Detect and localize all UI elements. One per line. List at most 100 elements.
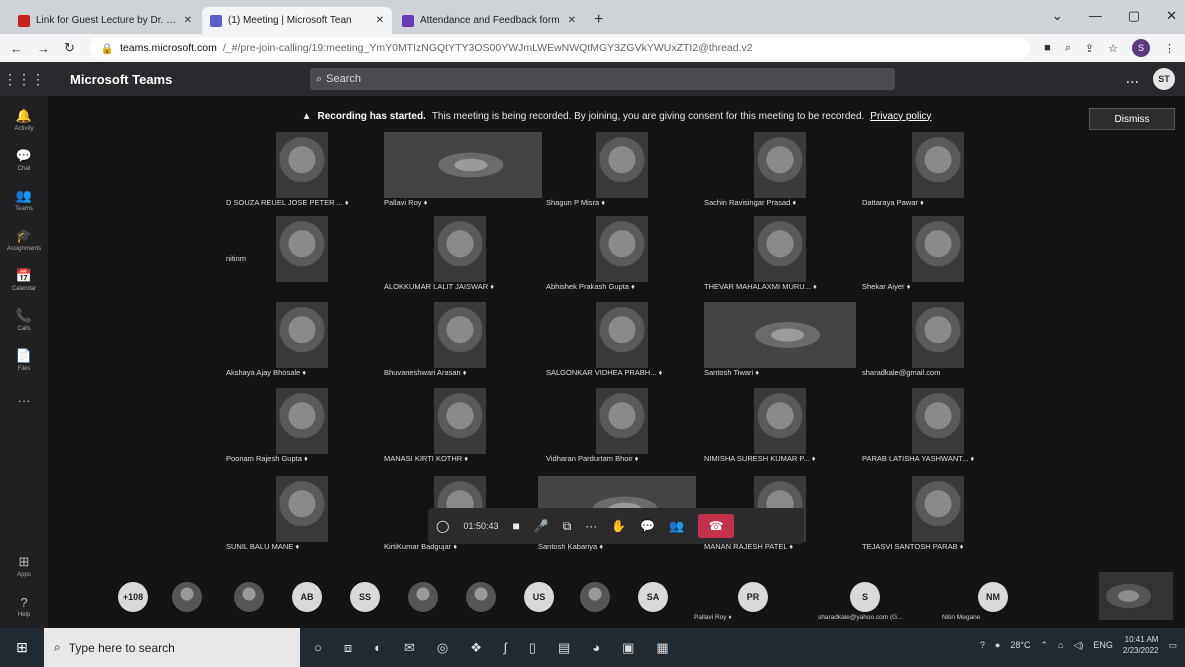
participant-tile[interactable]: D SOUZA REUEL JOSE PETER ... ♦ bbox=[226, 132, 376, 214]
participant-tile[interactable]: Shekar Aiyer ♦ bbox=[862, 216, 1012, 298]
close-tab-icon[interactable]: ✕ bbox=[184, 15, 192, 26]
help-icon[interactable]: ? bbox=[980, 640, 985, 650]
participant-tile[interactable]: Santosh Tiwari ♦ bbox=[704, 302, 856, 384]
app-icon[interactable]: ʃ bbox=[504, 640, 507, 656]
teams-icon[interactable]: ▣ bbox=[622, 640, 634, 656]
profile-avatar[interactable]: S bbox=[1132, 39, 1150, 57]
self-view-video[interactable] bbox=[1099, 572, 1173, 620]
network-icon[interactable]: ⌂ bbox=[1058, 640, 1063, 650]
close-window-icon[interactable]: ✕ bbox=[1166, 8, 1177, 24]
close-tab-icon[interactable]: ✕ bbox=[568, 15, 576, 26]
reload-icon[interactable]: ↻ bbox=[64, 40, 75, 56]
participant-avatar[interactable]: SS bbox=[350, 582, 380, 612]
app-icon[interactable]: ▦ bbox=[656, 640, 668, 656]
participant-tile[interactable]: Poonam Rajesh Gupta ♦ bbox=[226, 388, 376, 470]
participant-tile[interactable]: Sachin Ravisingar Prasad ♦ bbox=[704, 132, 854, 214]
taskbar-search-input[interactable]: ⌕ Type here to search bbox=[44, 628, 300, 667]
maximize-icon[interactable]: ▢ bbox=[1128, 8, 1140, 24]
user-avatar[interactable]: ST bbox=[1153, 68, 1175, 90]
participant-avatar[interactable] bbox=[580, 582, 610, 612]
participant-tile[interactable]: sharadkale@gmail.com bbox=[862, 302, 1012, 384]
rail-item-apps[interactable]: ⊞ Apps bbox=[0, 546, 48, 586]
overflow-participants-button[interactable]: +108 bbox=[118, 582, 148, 612]
rail-item-assignments[interactable]: 🎓 Assignments bbox=[0, 220, 48, 260]
participant-tile[interactable]: THEVAR MAHALAXMI MURU... ♦ bbox=[704, 216, 854, 298]
rail-item-help[interactable]: ? Help bbox=[0, 586, 48, 626]
participant-tile[interactable]: Dattaraya Pawar ♦ bbox=[862, 132, 1012, 214]
hang-up-button[interactable]: ☎ bbox=[698, 514, 735, 538]
browser-tab-meeting[interactable]: (1) Meeting | Microsoft Tean ✕ bbox=[202, 7, 392, 34]
chat-icon[interactable]: 💬 bbox=[640, 519, 655, 533]
app-icon[interactable]: ▯ bbox=[529, 640, 536, 656]
raise-hand-icon[interactable]: ✋ bbox=[611, 519, 626, 533]
participant-avatar[interactable] bbox=[466, 582, 496, 612]
participant-tile[interactable]: NIMISHA SURESH KUMAR P... ♦ bbox=[704, 388, 854, 470]
task-view-icon[interactable]: ⧈ bbox=[344, 640, 352, 656]
rail-item-calendar[interactable]: 📅 Calendar bbox=[0, 260, 48, 300]
microphone-icon[interactable]: 🎤 bbox=[534, 519, 549, 533]
notifications-icon[interactable]: ▭ bbox=[1168, 640, 1177, 651]
more-actions-icon[interactable]: ··· bbox=[585, 519, 597, 533]
edge-icon[interactable]: ◐ bbox=[374, 640, 382, 656]
weather-icon[interactable]: ● bbox=[995, 640, 1000, 650]
zoom-icon[interactable]: ⌕ bbox=[1065, 42, 1071, 55]
app-launcher-icon[interactable]: ⋮⋮⋮ bbox=[0, 71, 48, 88]
chevron-up-icon[interactable]: ⌃ bbox=[1040, 640, 1048, 651]
search-input[interactable]: ⌕ Search bbox=[310, 68, 895, 90]
camera-icon[interactable]: ■ bbox=[1044, 42, 1051, 54]
bookmark-star-icon[interactable]: ☆ bbox=[1108, 42, 1118, 55]
share-screen-icon[interactable]: ⧉ bbox=[563, 519, 572, 534]
participant-tile[interactable]: MANASI KIRTI KOTHR ♦ bbox=[384, 388, 534, 470]
participant-avatar[interactable]: US bbox=[524, 582, 554, 612]
participant-tile[interactable]: Abhishek Prakash Gupta ♦ bbox=[546, 216, 696, 298]
windows-start-icon[interactable]: ⊞ bbox=[0, 639, 44, 656]
participant-avatar[interactable]: S bbox=[850, 582, 880, 612]
participant-tile[interactable]: Akshaya Ajay Bhosale ♦ bbox=[226, 302, 376, 384]
participant-tile[interactable]: PARAB LATISHA YASHWANT... ♦ bbox=[862, 388, 1012, 470]
store-icon[interactable]: ▤ bbox=[558, 640, 570, 656]
participant-avatar[interactable] bbox=[234, 582, 264, 612]
cortana-icon[interactable]: ○ bbox=[314, 640, 322, 656]
participant-tile[interactable]: Bhuvaneshwari Arasan ♦ bbox=[384, 302, 534, 384]
clock[interactable]: 10:41 AM 2/23/2022 bbox=[1123, 634, 1159, 656]
participant-avatar[interactable]: NM bbox=[978, 582, 1008, 612]
forward-icon[interactable]: → bbox=[37, 41, 50, 56]
participant-tile[interactable]: Vidharan Pardurtam Bhoir ♦ bbox=[546, 388, 696, 470]
browser-tab-guest-lecture[interactable]: Link for Guest Lecture by Dr. Shi ✕ bbox=[10, 7, 200, 34]
browser-tab-attendance[interactable]: Attendance and Feedback form ✕ bbox=[394, 7, 584, 34]
minimize-icon[interactable]: — bbox=[1089, 8, 1102, 24]
close-tab-icon[interactable]: ✕ bbox=[376, 15, 384, 26]
participant-avatar[interactable]: SA bbox=[638, 582, 668, 612]
participant-avatar[interactable] bbox=[408, 582, 438, 612]
rail-item-more[interactable]: ··· bbox=[0, 380, 48, 420]
participant-tile[interactable]: SALGONKAR VIDHEA PRABH... ♦ bbox=[546, 302, 696, 384]
privacy-policy-link[interactable]: Privacy policy bbox=[870, 111, 931, 122]
rail-item-calls[interactable]: 📞 Calls bbox=[0, 300, 48, 340]
dismiss-button[interactable]: Dismiss bbox=[1089, 108, 1175, 130]
menu-dots-icon[interactable]: ⋮ bbox=[1164, 42, 1175, 55]
app-icon[interactable]: ◕ bbox=[592, 640, 600, 656]
volume-icon[interactable]: ◁) bbox=[1073, 640, 1083, 651]
participant-tile[interactable]: Shagun P Misra ♦ bbox=[546, 132, 696, 214]
more-options-button[interactable]: ... bbox=[1126, 70, 1139, 88]
participant-avatar[interactable] bbox=[172, 582, 202, 612]
rail-item-teams[interactable]: 👥 Teams bbox=[0, 180, 48, 220]
rail-item-activity[interactable]: 🔔 Activity bbox=[0, 100, 48, 140]
mail-icon[interactable]: ✉ bbox=[404, 640, 415, 656]
new-tab-button[interactable]: + bbox=[586, 11, 611, 34]
tab-search-icon[interactable]: ⌄ bbox=[1052, 8, 1063, 24]
language-indicator[interactable]: ENG bbox=[1093, 640, 1113, 650]
people-icon[interactable]: 👥 bbox=[669, 519, 684, 533]
participant-tile[interactable]: ALOKKUMAR LALIT JAISWAR ♦ bbox=[384, 216, 534, 298]
participant-avatar[interactable]: AB bbox=[292, 582, 322, 612]
url-field[interactable]: 🔒 teams.microsoft.com /_#/pre-join-callin… bbox=[88, 37, 1031, 59]
rail-item-files[interactable]: 📄 Files bbox=[0, 340, 48, 380]
participant-tile[interactable]: Pallavi Roy ♦ bbox=[384, 132, 542, 214]
participant-tile[interactable]: nitinm bbox=[226, 216, 376, 298]
participant-tile[interactable]: SUNIL BALU MANE ♦ bbox=[226, 476, 376, 558]
rail-item-chat[interactable]: 💬 Chat bbox=[0, 140, 48, 180]
video-camera-icon[interactable]: ■ bbox=[512, 519, 519, 533]
participant-tile[interactable]: TEJASVI SANTOSH PARAB ♦ bbox=[862, 476, 1012, 558]
back-icon[interactable]: ← bbox=[10, 41, 23, 56]
chrome-icon[interactable]: ◎ bbox=[437, 640, 448, 656]
